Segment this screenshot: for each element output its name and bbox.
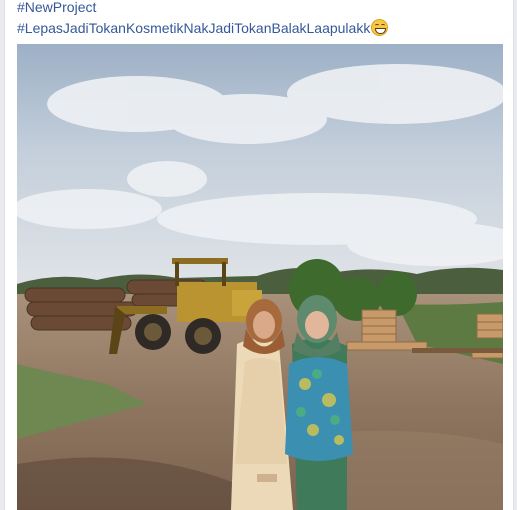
hashtag-newproject[interactable]: #NewProject	[17, 0, 507, 18]
photo-image	[17, 44, 503, 510]
post-text: #NewProject #LepasJadiTokanKosmetikNakJa…	[17, 0, 507, 39]
hashtag-lepasjaditokan[interactable]: #LepasJadiTokanKosmetikNakJadiTokanBalak…	[17, 20, 370, 36]
post-card: #NewProject #LepasJadiTokanKosmetikNakJa…	[4, 0, 514, 510]
post-photo[interactable]	[17, 44, 503, 510]
grinning-squinting-face-emoji-icon	[371, 19, 389, 36]
beam	[412, 348, 503, 353]
hashtag-line-2: #LepasJadiTokanKosmetikNakJadiTokanBalak…	[17, 19, 389, 36]
